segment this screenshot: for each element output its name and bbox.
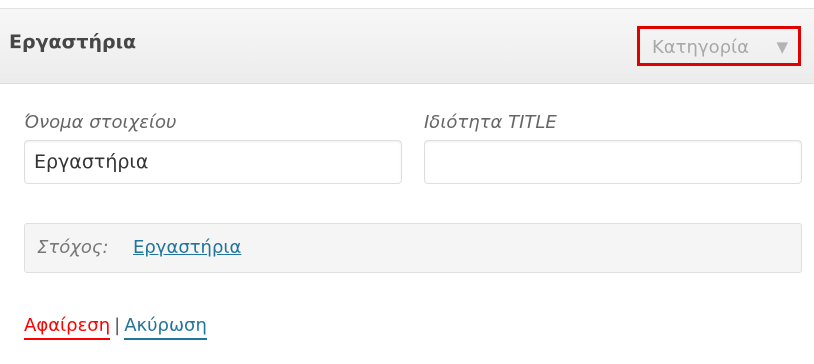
menu-item-header[interactable]: Εργαστήρια Κατηγορία ▼ <box>0 8 814 84</box>
item-type-label: Κατηγορία <box>652 37 749 58</box>
item-type-toggle[interactable]: Κατηγορία ▼ <box>637 26 801 66</box>
menu-item-panel: Εργαστήρια Κατηγορία ▼ Όνομα στοιχείου Ι… <box>0 0 814 364</box>
original-label: Στόχος: <box>37 237 109 258</box>
dropdown-arrow-icon[interactable]: ▼ <box>776 38 788 56</box>
remove-link[interactable]: Αφαίρεση <box>24 315 111 340</box>
navigation-label-label: Όνομα στοιχείου <box>24 112 177 133</box>
action-separator: | <box>114 315 121 336</box>
cancel-link[interactable]: Ακύρωση <box>124 315 207 340</box>
title-attribute-input[interactable] <box>424 140 802 184</box>
title-attribute-label: Ιδιότητα TITLE <box>424 112 557 133</box>
original-link-box: Στόχος: Εργαστήρια <box>24 223 802 273</box>
item-actions: Αφαίρεση | Ακύρωση <box>24 315 207 340</box>
menu-item-title: Εργαστήρια <box>9 31 137 53</box>
navigation-label-input[interactable] <box>24 140 402 184</box>
original-link[interactable]: Εργαστήρια <box>133 237 241 258</box>
